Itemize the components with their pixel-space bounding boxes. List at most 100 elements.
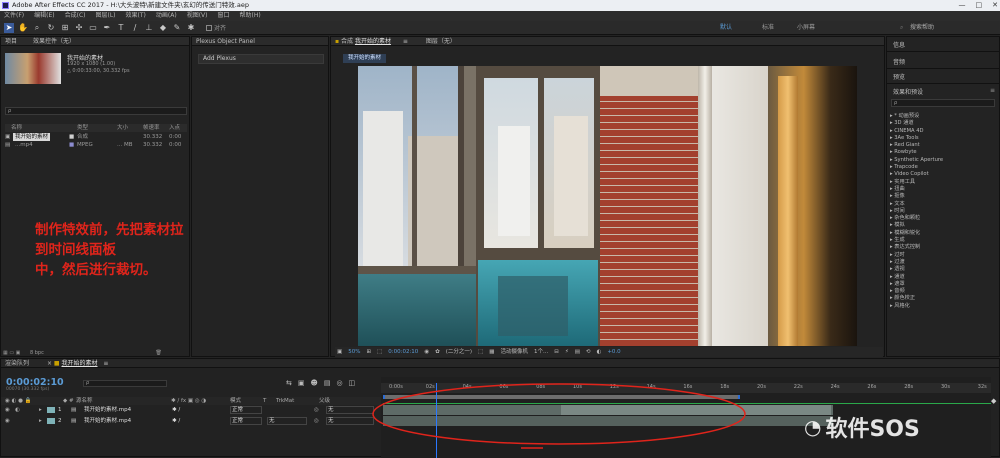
pickwhip-icon[interactable]: ◎ — [314, 405, 319, 415]
brush-tool-icon[interactable]: ∕ — [130, 23, 140, 33]
workspace-default[interactable]: 默认 — [720, 21, 732, 35]
layer-mode-select[interactable]: 正常 — [230, 406, 262, 414]
transparency-grid-icon[interactable]: ▦ — [489, 347, 494, 357]
menu-help[interactable]: 帮助(H) — [240, 11, 261, 21]
plexus-tab[interactable]: Plexus Object Panel — [192, 37, 328, 46]
effects-category-item[interactable]: ▸ 3Ae Tools — [890, 135, 998, 142]
layer-mode-select[interactable]: 正常 — [230, 417, 262, 425]
eraser-tool-icon[interactable]: ◆ — [158, 23, 168, 33]
timeline-search-input[interactable]: ρ — [83, 380, 167, 387]
pickwhip-icon[interactable]: ◎ — [314, 416, 319, 426]
col-in[interactable]: 入点 — [169, 124, 180, 132]
menu-window[interactable]: 窗口 — [217, 11, 229, 21]
effects-category-item[interactable]: ▸ 表达式控制 — [890, 244, 998, 251]
camera-tool-icon[interactable]: ⊞ — [60, 23, 70, 33]
menu-composition[interactable]: 合成(C) — [65, 11, 86, 21]
layer-viewer-tab[interactable]: 图层（无） — [426, 38, 456, 45]
table-row[interactable]: ◉ ◐ ▸ 1 ▤ 我开始的素材.mp4 ✱ ∕ 正常 ◎ 无 — [1, 405, 381, 415]
close-tab-icon[interactable]: × — [47, 360, 52, 367]
rotate-tool-icon[interactable]: ↻ — [46, 23, 56, 33]
effects-category-item[interactable]: ▸ 实用工具 — [890, 179, 998, 186]
tab-comp-timeline[interactable]: 我开始的素材 — [61, 360, 97, 367]
clone-stamp-tool-icon[interactable]: ⊥ — [144, 23, 154, 33]
roi-icon[interactable]: ⬚ — [478, 347, 483, 357]
show-channel-icon[interactable]: ✿ — [435, 347, 440, 357]
camera-select[interactable]: 活动摄像机 — [500, 347, 528, 357]
shy-icon[interactable]: ☻ — [311, 379, 318, 387]
effects-category-item[interactable]: ▸ Rowbyte — [890, 149, 998, 156]
col-type[interactable]: 类型 — [77, 124, 88, 132]
layer-name[interactable]: 我开始的素材.mp4 — [84, 405, 131, 415]
layer-label-swatch[interactable] — [47, 407, 55, 413]
col-trkmat[interactable]: TrkMat — [276, 397, 294, 405]
col-fps[interactable]: 帧速率 — [143, 124, 160, 132]
effects-category-item[interactable]: ▸ Trapcode — [890, 164, 998, 171]
reset-exposure-icon[interactable]: ◐ — [597, 347, 602, 357]
timeline-nav-icon[interactable]: ◆ — [991, 397, 1000, 417]
motion-blur-icon[interactable]: ◎ — [336, 379, 342, 387]
snap-checkbox[interactable] — [206, 24, 212, 31]
snapshot-icon[interactable]: ◉ — [424, 347, 429, 357]
comp-subtab[interactable]: 我开始的素材 — [343, 54, 387, 63]
layer-switch-icon[interactable]: ✱ ∕ — [172, 416, 180, 426]
effects-category-item[interactable]: ▸ 通道 — [890, 274, 998, 281]
effects-category-item[interactable]: ▸ 抠像 — [890, 193, 998, 200]
timeline-icon[interactable]: ▤ — [575, 347, 580, 357]
menu-effect[interactable]: 效果(T) — [126, 11, 146, 21]
effects-category-item[interactable]: ▸ Synthetic Aperture — [890, 157, 998, 164]
col-name[interactable]: 名称 — [11, 124, 22, 132]
minimize-button[interactable]: — — [959, 0, 966, 11]
effects-search-input[interactable]: ρ — [891, 99, 995, 107]
effects-presets-title[interactable]: 效果和预设 — [893, 87, 923, 96]
menu-view[interactable]: 视图(V) — [187, 11, 208, 21]
type-tool-icon[interactable]: T — [116, 23, 126, 33]
tab-render-queue[interactable]: 渲染队列 — [5, 360, 29, 367]
panel-preview[interactable]: 预览 — [893, 72, 905, 81]
composition-viewer[interactable] — [358, 66, 857, 346]
effects-category-item[interactable]: ▸ 扭曲 — [890, 186, 998, 193]
effects-category-item[interactable]: ▸ Red Giant — [890, 142, 998, 149]
visibility-icon[interactable]: ◉ — [5, 405, 10, 415]
timeline-tab-menu-icon[interactable]: ≡ — [103, 360, 108, 367]
menu-file[interactable]: 文件(F) — [4, 11, 24, 21]
effects-category-item[interactable]: ▸ 遮罩 — [890, 281, 998, 288]
effects-category-item[interactable]: ▸ 过渡 — [890, 259, 998, 266]
menu-animation[interactable]: 动画(A) — [156, 11, 177, 21]
resolution-select[interactable]: (二分之一) — [446, 347, 472, 357]
layer-switch-icon[interactable]: ✱ ∕ — [172, 405, 180, 415]
close-button[interactable]: ✕ — [992, 0, 998, 11]
expand-icon[interactable]: ▸ — [39, 405, 42, 415]
effects-category-item[interactable]: ▸ 杂色和颗粒 — [890, 215, 998, 222]
draft-3d-icon[interactable]: ▣ — [298, 379, 305, 387]
effects-category-item[interactable]: ▸ 颜色校正 — [890, 295, 998, 302]
exposure-value[interactable]: +0.0 — [607, 347, 620, 357]
interpret-footage-icon[interactable]: ▦ — [3, 350, 8, 356]
mask-icon[interactable]: ⬚ — [377, 347, 382, 357]
fast-preview-icon[interactable]: ⚡ — [565, 347, 569, 357]
comp-tab-menu-icon[interactable]: ≡ — [403, 38, 408, 45]
hand-tool-icon[interactable]: ✋ — [18, 23, 28, 33]
effects-category-item[interactable]: ▸ 文本 — [890, 201, 998, 208]
roto-brush-tool-icon[interactable]: ✎ — [172, 23, 182, 33]
add-plexus-button[interactable]: Add Plexus — [198, 54, 324, 64]
grid-icon[interactable]: ⊞ — [366, 347, 371, 357]
workspace-standard[interactable]: 标准 — [762, 21, 774, 35]
help-search-input[interactable]: 搜索帮助 — [910, 21, 990, 35]
views-select[interactable]: 1个... — [534, 347, 548, 357]
effects-category-item[interactable]: ▸ CINEMA 4D — [890, 128, 998, 135]
col-parent[interactable]: 父级 — [319, 397, 330, 405]
panel-audio[interactable]: 音频 — [893, 57, 905, 66]
menu-edit[interactable]: 编辑(E) — [34, 11, 54, 21]
layer-parent-select[interactable]: 无 — [326, 417, 374, 425]
zoom-select[interactable]: 50% — [348, 347, 360, 357]
lock-icon[interactable]: ▪ — [335, 38, 339, 45]
flowchart-icon[interactable]: ⟲ — [586, 347, 591, 357]
new-folder-icon[interactable]: ▭ — [9, 350, 14, 356]
effects-category-item[interactable]: ▸ 3D 通道 — [890, 120, 998, 127]
puppet-tool-icon[interactable]: ✱ — [186, 23, 196, 33]
workspace-small-screen[interactable]: 小屏幕 — [797, 21, 815, 35]
effects-category-item[interactable]: ▸ 模拟 — [890, 222, 998, 229]
new-comp-icon[interactable]: ▣ — [16, 350, 21, 356]
audio-icon[interactable]: ◐ — [15, 405, 20, 415]
layer-label-swatch[interactable] — [47, 418, 55, 424]
